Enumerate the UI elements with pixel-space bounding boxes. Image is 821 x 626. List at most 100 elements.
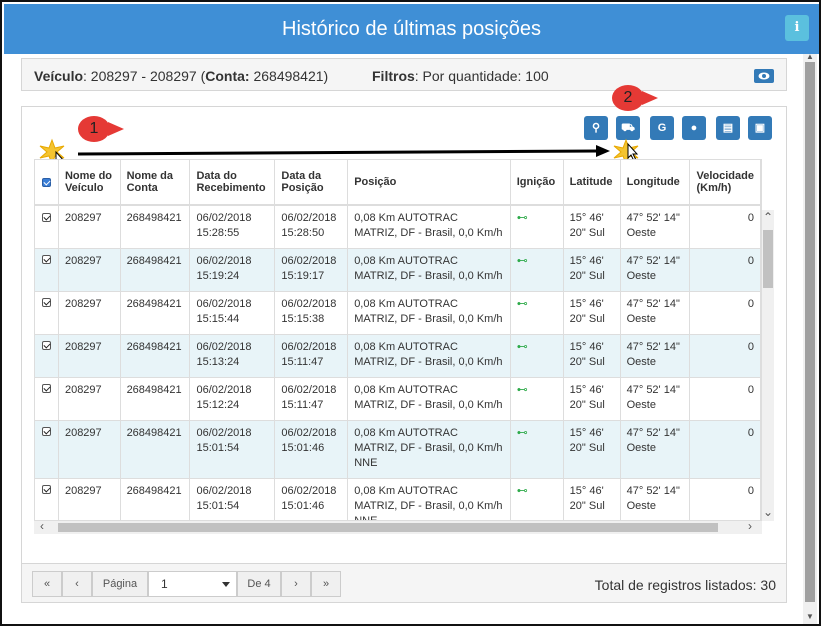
table-row[interactable]: 208297 268498421 06/02/2018 15:01:54 06/… xyxy=(35,478,761,520)
cell-ignicao: ⊷ xyxy=(510,420,564,479)
page-select[interactable]: 1 xyxy=(148,571,237,597)
cell-data-posicao: 06/02/2018 15:28:50 xyxy=(274,205,349,249)
cell-data-posicao: 06/02/2018 15:11:47 xyxy=(274,334,349,378)
cell-latitude: 15° 46' 20" Sul xyxy=(563,248,621,292)
header-longitude[interactable]: Longitude xyxy=(620,160,691,206)
table-row[interactable]: 208297 268498421 06/02/2018 15:19:24 06/… xyxy=(35,248,761,292)
cell-posicao: 0,08 Km AUTOTRAC MATRIZ, DF - Brasil, 0,… xyxy=(347,334,511,378)
cell-velocidade: 0 xyxy=(689,377,761,421)
info-button[interactable]: i xyxy=(785,15,809,41)
cell-velocidade: 0 xyxy=(689,420,761,479)
cell-veiculo: 208297 xyxy=(58,377,121,421)
ignition-key-icon: ⊷ xyxy=(516,297,528,310)
cell-longitude: 47° 52' 14" Oeste xyxy=(620,420,691,479)
scroll-left-icon[interactable]: ‹ xyxy=(40,519,44,533)
road-icon[interactable]: ⛟ xyxy=(616,116,640,140)
scroll-up-icon[interactable]: ⌃ xyxy=(762,210,774,224)
conta-label: Conta: xyxy=(205,68,250,84)
next-page-button[interactable]: › xyxy=(281,571,311,597)
cell-velocidade: 0 xyxy=(689,248,761,292)
positions-table-container: Nome do Veículo Nome da Conta Data do Re… xyxy=(34,159,762,521)
window-scroll-down-icon[interactable]: ▼ xyxy=(803,610,817,624)
header-nome-veiculo[interactable]: Nome do Veículo xyxy=(58,160,121,206)
veiculo-value: : 208297 - 208297 ( xyxy=(83,68,206,84)
modal-window: Histórico de últimas posições i Veículo:… xyxy=(0,0,821,626)
cell-recebimento: 06/02/2018 15:28:55 xyxy=(189,205,276,249)
ignition-key-icon: ⊷ xyxy=(516,340,528,353)
cell-veiculo: 208297 xyxy=(58,334,121,378)
table-row[interactable]: 208297 268498421 06/02/2018 15:15:44 06/… xyxy=(35,291,761,335)
table-horizontal-scrollbar[interactable]: ‹ › xyxy=(34,519,762,534)
cell-latitude: 15° 46' 20" Sul xyxy=(563,420,621,479)
eye-icon[interactable] xyxy=(754,69,774,83)
cell-longitude: 47° 52' 14" Oeste xyxy=(620,291,691,335)
google-icon[interactable]: G xyxy=(650,116,674,140)
table-header-row: Nome do Veículo Nome da Conta Data do Re… xyxy=(35,160,761,206)
filter-info: Filtros: Por quantidade: 100 xyxy=(372,68,549,84)
header-velocidade[interactable]: Velocidade (Km/h) xyxy=(689,160,761,206)
table-vertical-scrollbar[interactable]: ⌃ ⌄ xyxy=(762,210,774,521)
last-page-button[interactable]: » xyxy=(311,571,341,597)
header-ignicao[interactable]: Ignição xyxy=(510,160,564,206)
pdf-icon[interactable]: ▣ xyxy=(748,116,772,140)
row-checkbox[interactable] xyxy=(35,420,59,479)
window-title: Histórico de últimas posições xyxy=(282,18,541,40)
header-nome-conta[interactable]: Nome da Conta xyxy=(120,160,191,206)
row-checkbox[interactable] xyxy=(35,291,59,335)
vehicle-info-panel: Veículo: 208297 - 208297 (Conta: 2684984… xyxy=(21,58,787,91)
row-checkbox[interactable] xyxy=(35,205,59,249)
row-checkbox[interactable] xyxy=(35,334,59,378)
excel-icon[interactable]: ▤ xyxy=(716,116,740,140)
table-row[interactable]: 208297 268498421 06/02/2018 15:13:24 06/… xyxy=(35,334,761,378)
window-vertical-scrollbar[interactable]: ▲ ▼ xyxy=(803,52,817,624)
cell-veiculo: 208297 xyxy=(58,248,121,292)
cell-ignicao: ⊷ xyxy=(510,377,564,421)
table-vscroll-thumb[interactable] xyxy=(763,230,773,288)
ignition-key-icon: ⊷ xyxy=(516,212,528,224)
row-checkbox[interactable] xyxy=(35,478,59,520)
cell-longitude: 47° 52' 14" Oeste xyxy=(620,248,691,292)
cell-veiculo: 208297 xyxy=(58,420,121,479)
window-vscroll-thumb[interactable] xyxy=(805,62,815,602)
page-count-label: De 4 xyxy=(237,571,281,597)
cell-conta: 268498421 xyxy=(120,291,191,335)
header-data-recebimento[interactable]: Data do Recebimento xyxy=(189,160,276,206)
ignition-key-icon: ⊷ xyxy=(516,426,528,439)
header-posicao[interactable]: Posição xyxy=(347,160,511,206)
prev-page-button[interactable]: ‹ xyxy=(62,571,92,597)
callout-2: 2 xyxy=(612,85,658,111)
first-page-button[interactable]: « xyxy=(32,571,62,597)
map-marker-icon[interactable]: ⚲ xyxy=(584,116,608,140)
cell-latitude: 15° 46' 20" Sul xyxy=(563,291,621,335)
header-latitude[interactable]: Latitude xyxy=(563,160,621,206)
cell-longitude: 47° 52' 14" Oeste xyxy=(620,205,691,249)
cell-ignicao: ⊷ xyxy=(510,291,564,335)
scroll-down-icon[interactable]: ⌄ xyxy=(762,505,774,519)
table-row[interactable]: 208297 268498421 06/02/2018 15:28:55 06/… xyxy=(35,205,761,249)
globe-icon[interactable]: ● xyxy=(682,116,706,140)
filtros-value: : Por quantidade: 100 xyxy=(414,68,549,84)
page-select-value: 1 xyxy=(161,577,168,591)
positions-table: Nome do Veículo Nome da Conta Data do Re… xyxy=(35,160,761,520)
table-row[interactable]: 208297 268498421 06/02/2018 15:01:54 06/… xyxy=(35,420,761,479)
cell-longitude: 47° 52' 14" Oeste xyxy=(620,478,691,520)
cell-data-posicao: 06/02/2018 15:19:17 xyxy=(274,248,349,292)
cell-recebimento: 06/02/2018 15:12:24 xyxy=(189,377,276,421)
veiculo-label: Veículo xyxy=(34,68,84,84)
scroll-right-icon[interactable]: › xyxy=(748,519,752,533)
cell-latitude: 15° 46' 20" Sul xyxy=(563,334,621,378)
cell-recebimento: 06/02/2018 15:01:54 xyxy=(189,420,276,479)
cell-recebimento: 06/02/2018 15:15:44 xyxy=(189,291,276,335)
cell-posicao: 0,08 Km AUTOTRAC MATRIZ, DF - Brasil, 0,… xyxy=(347,478,511,520)
select-all-checkbox[interactable] xyxy=(35,160,59,206)
conta-value: 268498421) xyxy=(249,68,329,84)
cell-velocidade: 0 xyxy=(689,334,761,378)
table-hscroll-thumb[interactable] xyxy=(58,523,718,532)
filtros-label: Filtros xyxy=(372,68,415,84)
cell-ignicao: ⊷ xyxy=(510,248,564,292)
header-data-posicao[interactable]: Data da Posição xyxy=(274,160,349,206)
row-checkbox[interactable] xyxy=(35,248,59,292)
cell-conta: 268498421 xyxy=(120,478,191,520)
table-row[interactable]: 208297 268498421 06/02/2018 15:12:24 06/… xyxy=(35,377,761,421)
row-checkbox[interactable] xyxy=(35,377,59,421)
